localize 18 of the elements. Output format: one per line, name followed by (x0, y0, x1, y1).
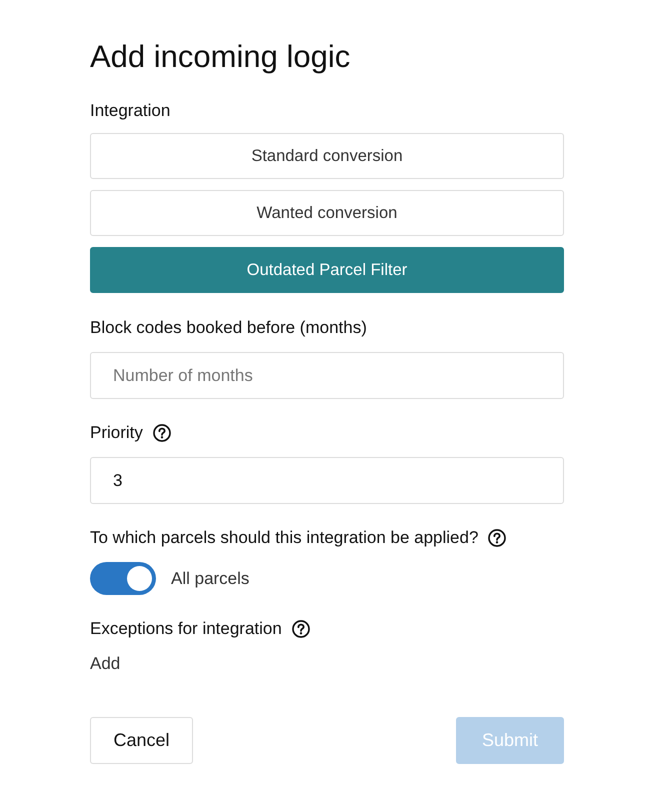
text-field[interactable]: Number of months (90, 352, 564, 399)
add-link[interactable]: Add (90, 653, 120, 675)
field-label: Block codes booked before (months) (90, 317, 367, 339)
integration-option[interactable]: Standard conversion (90, 133, 564, 179)
field-label: Priority (90, 422, 143, 444)
help-icon[interactable] (292, 620, 310, 638)
dialog-title: Add incoming logic (90, 38, 352, 76)
field-label: Integration (90, 100, 170, 122)
integration-option[interactable]: Wanted conversion (90, 190, 564, 236)
text-field[interactable]: 3 (90, 457, 564, 504)
toggle-switch[interactable] (90, 562, 156, 595)
field-label: To which parcels should this integration be applied? (90, 527, 478, 549)
toggle-label: All parcels (171, 568, 250, 590)
cancel-button[interactable]: Cancel (90, 717, 193, 764)
help-icon[interactable] (152, 424, 171, 442)
field-label: Exceptions for integration (90, 618, 282, 640)
integration-option[interactable]: Outdated Parcel Filter (90, 247, 564, 293)
help-icon[interactable] (488, 529, 506, 547)
